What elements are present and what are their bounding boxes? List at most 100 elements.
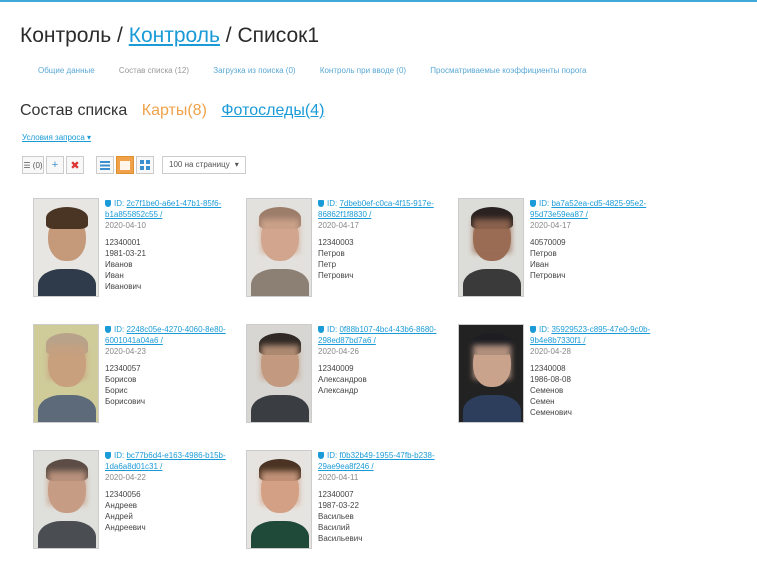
record-id: ID: ba7a52ea-cd5-4825-95e2-95d73e59ea87 … [530, 198, 666, 220]
record-id: ID: f0b32b49-1955-47fb-b238-29ae9ea8f246… [318, 450, 454, 472]
person-field: Иванович [105, 282, 142, 291]
person-photo[interactable] [33, 198, 99, 297]
person-photo[interactable] [246, 198, 312, 297]
tab-input-control[interactable]: Контроль при вводе (0) [320, 66, 406, 75]
list-view-icon[interactable] [96, 156, 114, 174]
person-card[interactable]: ID: 0f88b107-4bc4-43b6-8680-298ed87bd7a6… [246, 324, 456, 442]
cards-tab[interactable]: Карты(8) [142, 102, 207, 119]
person-photo[interactable] [458, 198, 524, 297]
person-field: 12340008 [530, 364, 566, 373]
record-id-label: ID: [327, 451, 340, 460]
person-field: Андрей [105, 512, 133, 521]
person-field: 12340056 [105, 490, 141, 499]
person-info: ID: f0b32b49-1955-47fb-b238-29ae9ea8f246… [318, 450, 454, 544]
person-field: Андреев [105, 501, 138, 510]
record-id: ID: 7dbeb0ef-c0ca-4f15-917e-86862f1f8830… [318, 198, 454, 220]
shield-icon [105, 326, 111, 333]
person-field: 12340009 [318, 364, 354, 373]
person-info: ID: 2248c05e-4270-4060-8e80-6001041a04a6… [105, 324, 241, 407]
record-id: ID: bc77b6d4-e163-4986-b15b-1da6a8d01c31… [105, 450, 241, 472]
person-card[interactable]: ID: 7dbeb0ef-c0ca-4f15-917e-86862f1f8830… [246, 198, 456, 316]
person-photo[interactable] [246, 450, 312, 549]
person-photo[interactable] [458, 324, 524, 423]
person-photo[interactable] [33, 450, 99, 549]
record-date: 2020-04-17 [318, 221, 359, 230]
person-field: Семенов [530, 386, 564, 395]
shield-icon [105, 200, 111, 207]
record-id-label: ID: [114, 451, 127, 460]
toolbar: ☰ (0) + ✖ 100 на страницу ▾ [22, 154, 246, 176]
section-title: Состав списка [20, 102, 128, 119]
record-date: 2020-04-28 [530, 347, 571, 356]
app-frame: Контроль / Контроль / Список1 Общие данн… [0, 0, 757, 563]
person-field: Васильев [318, 512, 354, 521]
person-card[interactable]: ID: 2248c05e-4270-4060-8e80-6001041a04a6… [33, 324, 243, 442]
grid-view-icon[interactable] [136, 156, 154, 174]
person-card[interactable]: ID: 2c7f1be0-a6e1-47b1-85f6-b1a855852c55… [33, 198, 243, 316]
tab-threshold-coefficients[interactable]: Просматриваемые коэффициенты порога [430, 66, 586, 75]
shield-icon [318, 200, 324, 207]
add-icon[interactable]: + [46, 156, 64, 174]
breadcrumb: Контроль / Контроль / Список1 [20, 24, 319, 48]
person-field: 12340003 [318, 238, 354, 247]
person-card[interactable]: ID: bc77b6d4-e163-4986-b15b-1da6a8d01c31… [33, 450, 243, 563]
record-date: 2020-04-10 [105, 221, 146, 230]
breadcrumb-link-control[interactable]: Контроль [129, 24, 220, 47]
person-field: 1986-08-08 [530, 375, 571, 384]
person-photo[interactable] [246, 324, 312, 423]
record-id: ID: 0f88b107-4bc4-43b6-8680-298ed87bd7a6… [318, 324, 454, 346]
person-field: 1987-03-22 [318, 501, 359, 510]
person-field: Борисов [105, 375, 137, 384]
select-all-button[interactable]: ☰ (0) [22, 156, 44, 174]
person-field: 1981-03-21 [105, 249, 146, 258]
person-field: Семен [530, 397, 555, 406]
chevron-down-icon: ▾ [234, 160, 239, 169]
record-id-label: ID: [114, 325, 127, 334]
person-info: ID: 35929523-c895-47e0-9c0b-9b4e8b7330f1… [530, 324, 666, 418]
person-card[interactable]: ID: 35929523-c895-47e0-9c0b-9b4e8b7330f1… [458, 324, 668, 442]
person-field: Семенович [530, 408, 572, 417]
record-id: ID: 2c7f1be0-a6e1-47b1-85f6-b1a855852c55… [105, 198, 241, 220]
person-field: Борисович [105, 397, 146, 406]
person-info: ID: bc77b6d4-e163-4986-b15b-1da6a8d01c31… [105, 450, 241, 533]
record-date: 2020-04-23 [105, 347, 146, 356]
tab-general[interactable]: Общие данные [38, 66, 95, 75]
person-field: Иванов [105, 260, 133, 269]
cards-tab-count: (8) [187, 102, 207, 119]
tab-search-load[interactable]: Загрузка из поиска (0) [213, 66, 295, 75]
person-field: 40570009 [530, 238, 566, 247]
person-card[interactable]: ID: f0b32b49-1955-47fb-b238-29ae9ea8f246… [246, 450, 456, 563]
per-page-select[interactable]: 100 на страницу ▾ [162, 156, 246, 174]
delete-icon[interactable]: ✖ [66, 156, 84, 174]
record-id-label: ID: [539, 325, 552, 334]
card-view-icon[interactable] [116, 156, 134, 174]
record-id-label: ID: [539, 199, 552, 208]
person-field: Петров [318, 249, 345, 258]
person-info: ID: 2c7f1be0-a6e1-47b1-85f6-b1a855852c55… [105, 198, 241, 292]
conditions-link[interactable]: Условия запроса ▾ [22, 133, 91, 142]
person-field: Петрович [530, 271, 566, 280]
photos-tab-count: (4) [304, 102, 325, 119]
person-card[interactable]: ID: ba7a52ea-cd5-4825-95e2-95d73e59ea87 … [458, 198, 668, 316]
record-date: 2020-04-26 [318, 347, 359, 356]
person-info: ID: ba7a52ea-cd5-4825-95e2-95d73e59ea87 … [530, 198, 666, 281]
photos-tab[interactable]: Фотоследы(4) [221, 102, 324, 119]
person-field: Иван [530, 260, 549, 269]
record-id: ID: 35929523-c895-47e0-9c0b-9b4e8b7330f1… [530, 324, 666, 346]
tab-list-composition[interactable]: Состав списка (12) [119, 66, 189, 75]
person-field: 12340007 [318, 490, 354, 499]
person-field: Васильевич [318, 534, 363, 543]
section-heading: Состав списка Карты(8) Фотоследы(4) [20, 102, 324, 120]
person-field: Александр [318, 386, 359, 395]
record-id-label: ID: [327, 325, 340, 334]
person-info: ID: 0f88b107-4bc4-43b6-8680-298ed87bd7a6… [318, 324, 454, 396]
person-field: 12340057 [105, 364, 141, 373]
shield-icon [530, 326, 536, 333]
breadcrumb-root: Контроль / [20, 24, 123, 47]
record-id: ID: 2248c05e-4270-4060-8e80-6001041a04a6… [105, 324, 241, 346]
person-photo[interactable] [33, 324, 99, 423]
record-date: 2020-04-17 [530, 221, 571, 230]
subnav-tabs: Общие данные Состав списка (12) Загрузка… [38, 66, 608, 75]
record-id-label: ID: [327, 199, 340, 208]
person-field: Петрович [318, 271, 354, 280]
